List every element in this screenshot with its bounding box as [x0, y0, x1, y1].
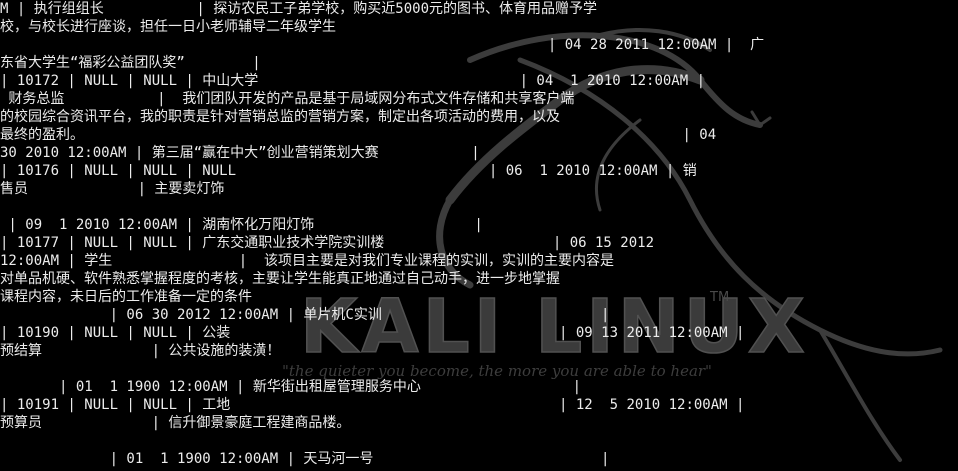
terminal-line: | 06 30 2012 12:00AM | 单片机C实训 | — [0, 307, 610, 323]
terminal-line: 东省大学生“福彩公益团队奖” | — [0, 55, 261, 71]
terminal-line: 对单品机硬、软件熟悉掌握程度的考核，主要让学生能真正地通过自己动手，进一步地掌握 — [0, 271, 560, 287]
terminal-line: | 01 1 1900 12:00AM | 新华街出租屋管理服务中心 | — [0, 379, 582, 395]
terminal-line: 财务总监 | 我们团队开发的产品是基于局域网分布式文件存储和共享客户端 — [0, 91, 575, 107]
terminal-line: | 04 28 2011 12:00AM | 广 — [0, 37, 765, 53]
terminal-line: 校，与校长进行座谈，担任一日小老师辅导二年级学生 — [0, 19, 336, 35]
terminal-line: | 10177 | NULL | NULL | 广东交通职业技术学院实训楼 | … — [0, 235, 655, 251]
terminal-line: | 10172 | NULL | NULL | 中山大学 | 04 1 2010… — [0, 73, 706, 89]
terminal-line: | 09 1 2010 12:00AM | 湖南怀化万阳灯饰 | — [0, 217, 483, 233]
terminal-line: 课程内容，未日后的工作准备一定的条件 — [0, 289, 252, 305]
terminal-line: | 10190 | NULL | NULL | 公装 | 09 13 2011 … — [0, 325, 745, 341]
terminal-line: M | 执行组组长 | 探访农民工子弟学校，购买近5000元的图书、体育用品赠予… — [0, 1, 598, 17]
terminal-line: 最终的盈利。 | 04 — [0, 127, 717, 143]
terminal-line: 12:00AM | 学生 | 该项目主要是对我们专业课程的实训，实训的主要内容是 — [0, 253, 615, 269]
terminal-output: M | 执行组组长 | 探访农民工子弟学校，购买近5000元的图书、体育用品赠予… — [0, 0, 958, 468]
terminal-window[interactable]: KALI LINUX TM "the quieter you become, t… — [0, 0, 958, 471]
terminal-line: 的校园综合资讯平台，我的职责是针对营销总监的营销方案，制定出各项活动的费用，以及 — [0, 109, 560, 125]
terminal-line: | 01 1 1900 12:00AM | 天马河一号 | — [0, 451, 610, 467]
terminal-line: | 10176 | NULL | NULL | NULL | 06 1 2010… — [0, 163, 697, 179]
terminal-line: 售员 | 主要卖灯饰 — [0, 181, 225, 197]
terminal-line: 预算员 | 信升御景豪庭工程建商品楼。 — [0, 415, 351, 431]
terminal-line: 预结算 | 公共设施的装潢！ — [0, 343, 281, 359]
terminal-line: 30 2010 12:00AM | 第三届“赢在中大”创业营销策划大赛 | — [0, 145, 480, 161]
terminal-line: | 10191 | NULL | NULL | 工地 | 12 5 2010 1… — [0, 397, 745, 413]
